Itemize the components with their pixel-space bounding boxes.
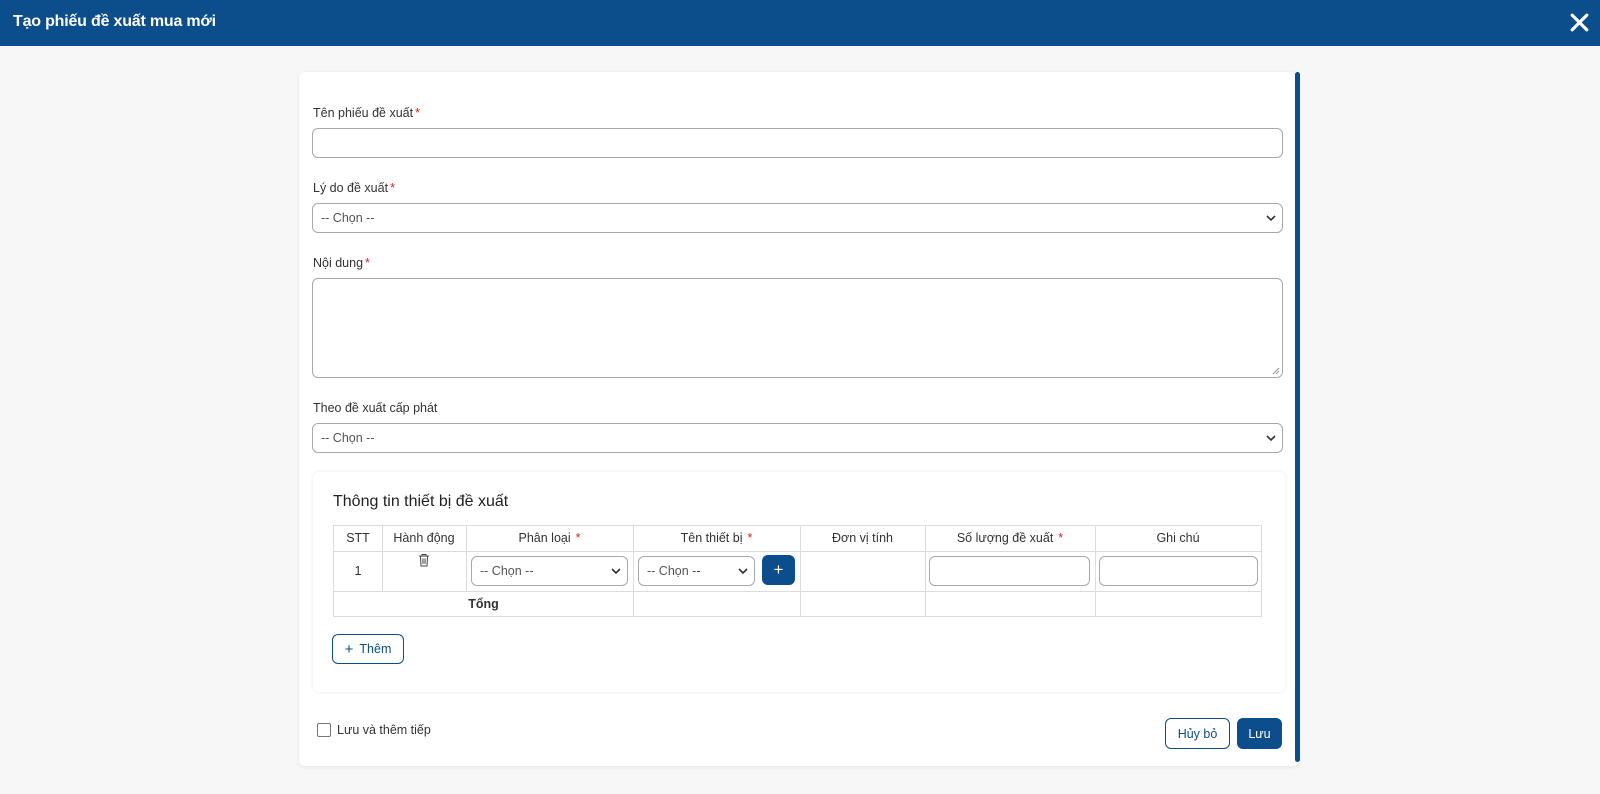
trash-icon[interactable] [418, 553, 430, 567]
close-icon[interactable] [1569, 12, 1590, 33]
col-header-stt: STT [346, 531, 370, 545]
chevron-down-icon [611, 568, 621, 575]
proposal-name-input[interactable] [312, 128, 1283, 158]
plus-icon: + [773, 560, 784, 579]
name-label: Tên phiếu đề xuất * [313, 106, 420, 120]
col-header-category-text: Phân loại [518, 531, 571, 545]
col-header-quantity-text: Số lượng đề xuất [956, 531, 1054, 545]
required-mark: * [390, 181, 395, 195]
allocation-select-value: -- Chọn -- [321, 431, 375, 445]
content-label-text: Nội dung [313, 256, 364, 270]
total-label: Tổng [468, 597, 499, 611]
row-quantity-input[interactable] [929, 556, 1090, 586]
save-and-continue-label[interactable]: Lưu và thêm tiếp [337, 723, 431, 737]
chevron-down-icon [1266, 435, 1276, 442]
cancel-button[interactable]: Hủy bỏ [1165, 718, 1230, 749]
required-mark: * [415, 106, 420, 120]
col-header-device: Tên thiết bị * [633, 531, 800, 545]
chevron-down-icon [1266, 215, 1276, 222]
required-mark: * [575, 531, 581, 545]
device-section-title: Thông tin thiết bị đề xuất [333, 493, 509, 510]
row-device-select[interactable]: -- Chọn -- [638, 556, 755, 586]
dialog-header: Tạo phiếu đề xuất mua mới [0, 0, 1600, 46]
scrollbar-thumb[interactable] [1295, 72, 1300, 762]
add-row-label: Thêm [359, 642, 392, 656]
reason-label-text: Lý do đề xuất [313, 181, 389, 195]
col-header-device-text: Tên thiết bị [680, 531, 743, 545]
content-label: Nội dung * [313, 256, 370, 270]
required-mark: * [747, 531, 753, 545]
row-category-value: -- Chọn -- [480, 564, 534, 578]
row-device-value: -- Chọn -- [647, 564, 701, 578]
add-device-button[interactable]: + [762, 555, 795, 585]
content-textarea[interactable] [312, 278, 1283, 378]
plus-icon: + [344, 640, 354, 658]
row-stt: 1 [354, 564, 362, 578]
col-header-action: Hành động [393, 531, 455, 545]
col-header-category: Phân loại * [466, 531, 633, 545]
reason-select-value: -- Chọn -- [321, 211, 375, 225]
required-mark: * [1058, 531, 1064, 545]
add-row-button[interactable]: + Thêm [332, 634, 404, 664]
name-label-text: Tên phiếu đề xuất [313, 106, 414, 120]
resize-handle-icon[interactable] [1272, 367, 1280, 375]
save-and-continue-checkbox[interactable] [317, 723, 331, 737]
col-header-unit: Đơn vị tính [832, 531, 893, 545]
col-header-quantity: Số lượng đề xuất * [925, 531, 1095, 545]
dialog-title: Tạo phiếu đề xuất mua mới [13, 13, 216, 30]
row-note-input[interactable] [1099, 556, 1258, 586]
col-header-note: Ghi chú [1156, 531, 1200, 545]
reason-label: Lý do đề xuất * [313, 181, 395, 195]
chevron-down-icon [738, 568, 748, 575]
device-table: STT Hành động Phân loại * Tên thiết bị * Đ… [333, 525, 1262, 617]
required-mark: * [365, 256, 370, 270]
allocation-label: Theo đề xuất cấp phát [313, 401, 438, 415]
allocation-select[interactable]: -- Chọn -- [312, 423, 1283, 453]
row-category-select[interactable]: -- Chọn -- [471, 556, 628, 586]
save-button[interactable]: Lưu [1237, 718, 1282, 749]
reason-select[interactable]: -- Chọn -- [312, 203, 1283, 233]
